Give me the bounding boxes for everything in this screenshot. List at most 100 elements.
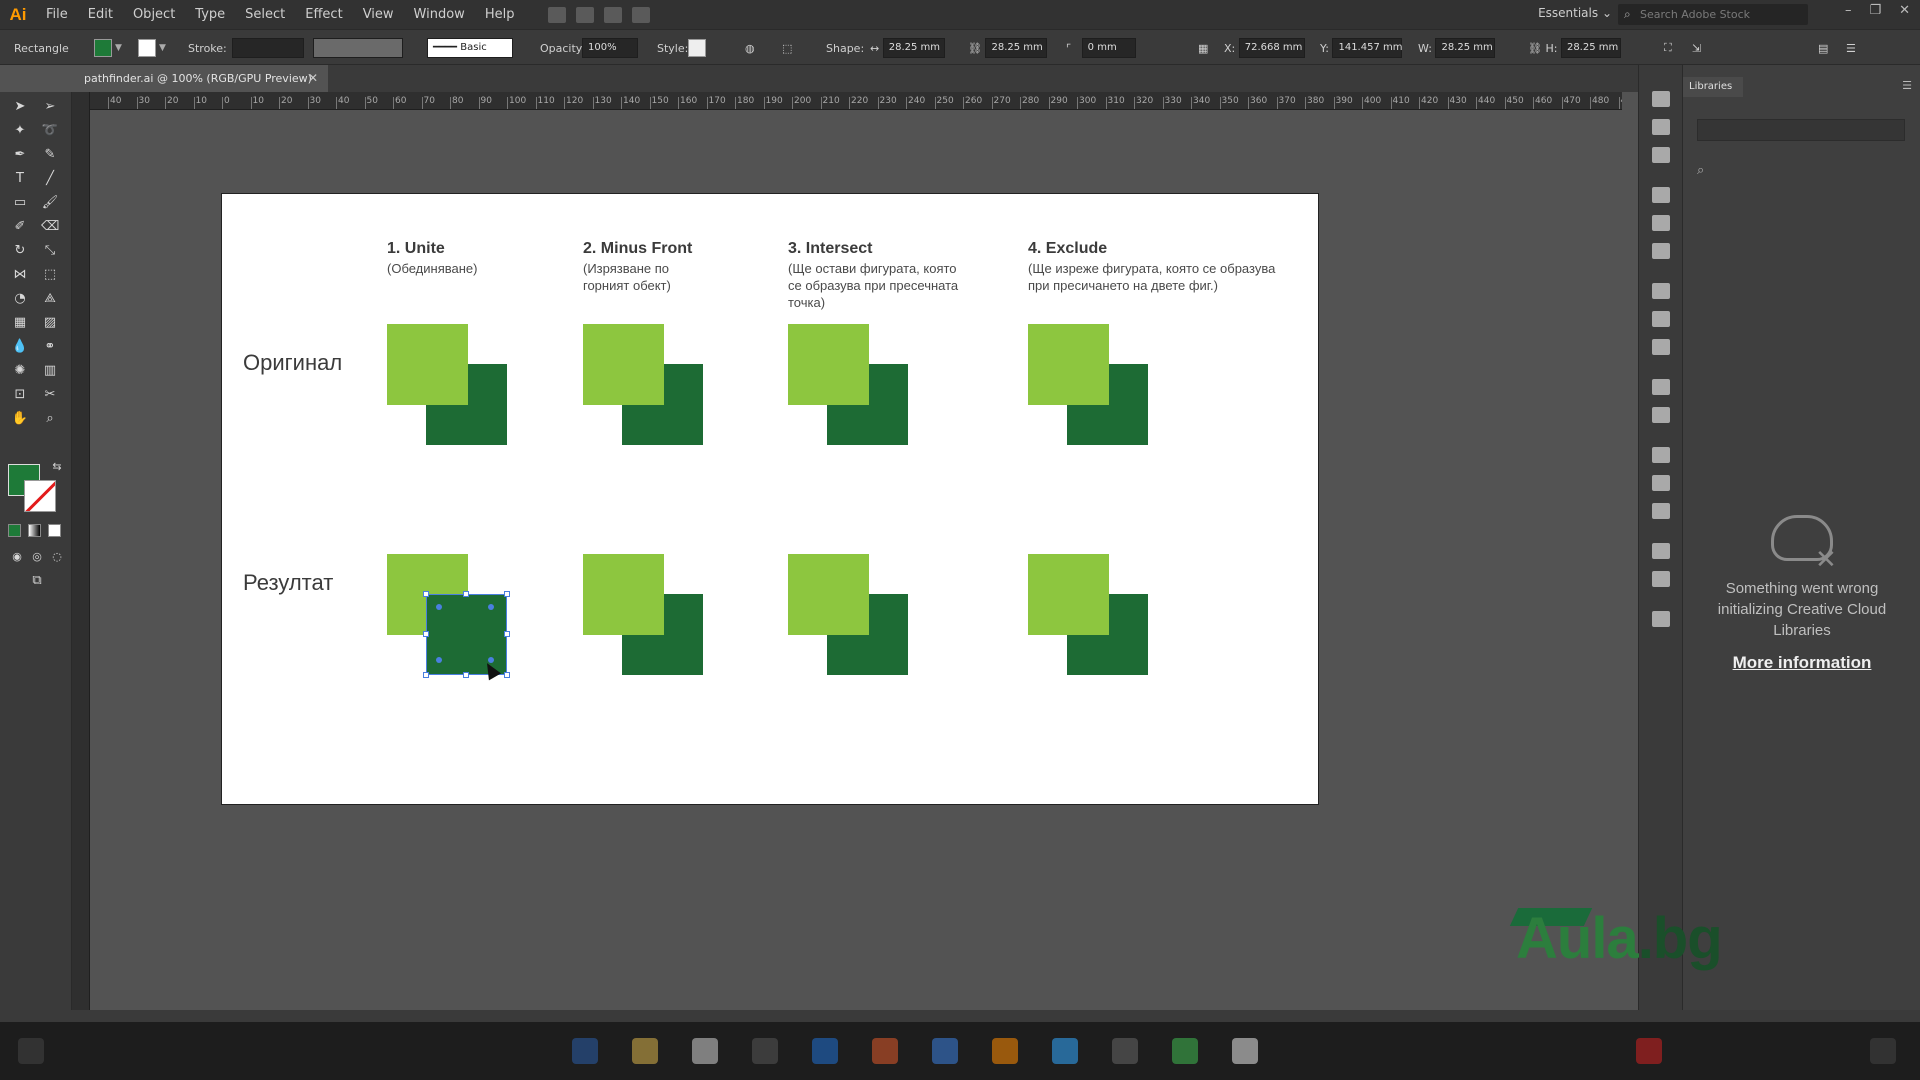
- tray-icon[interactable]: [1636, 1038, 1662, 1064]
- opacity-field[interactable]: 100%: [582, 38, 638, 58]
- swatches-icon[interactable]: [1652, 187, 1670, 203]
- original-unite-front-square[interactable]: [387, 324, 468, 405]
- resize-handle-top-right[interactable]: [504, 591, 510, 597]
- layers-icon[interactable]: [1652, 475, 1670, 491]
- menu-type[interactable]: Type: [185, 0, 235, 29]
- vertical-ruler[interactable]: [72, 92, 90, 1010]
- slice-tool-icon[interactable]: ✂: [41, 386, 59, 404]
- navigator-icon[interactable]: [1652, 147, 1670, 163]
- w-field[interactable]: 28.25 mm: [1435, 38, 1496, 58]
- artboard[interactable]: 1. Unite (Обединяване) 2. Minus Front (И…: [221, 193, 1319, 805]
- chevron-down-icon[interactable]: ▼: [159, 43, 166, 53]
- taskbar-app-icon[interactable]: [692, 1038, 718, 1064]
- menu-object[interactable]: Object: [123, 0, 185, 29]
- taskbar-app-icon[interactable]: [812, 1038, 838, 1064]
- lasso-icon[interactable]: ➰: [41, 122, 59, 140]
- graphic-styles-icon[interactable]: [1652, 407, 1670, 423]
- resize-handle-top-left[interactable]: [423, 591, 429, 597]
- stock-icon[interactable]: [576, 6, 595, 23]
- result-minus-front-front-square[interactable]: [583, 554, 664, 635]
- gpu-rocket-icon[interactable]: [632, 6, 651, 23]
- menu-edit[interactable]: Edit: [78, 0, 123, 29]
- chevron-down-icon[interactable]: ▼: [115, 43, 122, 53]
- corner-widget[interactable]: [436, 604, 442, 610]
- notification-icon[interactable]: [1870, 1038, 1896, 1064]
- screen-mode-icon[interactable]: ⧉: [28, 572, 46, 590]
- transparency-icon[interactable]: [1652, 339, 1670, 355]
- align-icon[interactable]: ⬚: [782, 42, 792, 55]
- menu-file[interactable]: File: [36, 0, 78, 29]
- resize-handle-left[interactable]: [423, 631, 429, 637]
- library-select[interactable]: [1697, 119, 1905, 141]
- transform-icon[interactable]: ⛶: [1664, 41, 1672, 55]
- x-field[interactable]: 72.668 mm: [1238, 38, 1305, 58]
- perspective-grid-icon[interactable]: ⟁: [41, 290, 59, 308]
- stock-search-input[interactable]: ⌕ Search Adobe Stock: [1618, 4, 1808, 25]
- horizontal-ruler[interactable]: 40 30 20 10 0 10 20 30 40 50 60 70 80 90 100 110 120 130 1…: [90, 92, 1622, 110]
- taskbar-app-icon[interactable]: [1052, 1038, 1078, 1064]
- align-panel-icon[interactable]: [1652, 571, 1670, 587]
- bridge-icon[interactable]: [548, 6, 567, 23]
- document-tab[interactable]: pathfinder.ai @ 100% (RGB/GPU Preview) ✕: [76, 65, 328, 92]
- isolate-icon[interactable]: ⇲: [1692, 42, 1701, 55]
- panel-menu-icon[interactable]: ☰: [1902, 79, 1912, 92]
- resize-handle-right[interactable]: [504, 631, 510, 637]
- brush-definition-field[interactable]: ━━━━ Basic: [427, 38, 513, 58]
- transform-panel-icon[interactable]: [1652, 543, 1670, 559]
- more-information-link[interactable]: More information: [1697, 653, 1907, 673]
- draw-behind-icon[interactable]: ◎: [28, 548, 46, 566]
- stroke-swatch[interactable]: [138, 39, 156, 57]
- shape-height-field[interactable]: 28.25 mm: [985, 38, 1048, 58]
- paintbrush-icon[interactable]: 🖌: [41, 194, 59, 212]
- resize-handle-bottom-right[interactable]: [504, 672, 510, 678]
- original-exclude-front-square[interactable]: [1028, 324, 1109, 405]
- color-mode-icon[interactable]: [8, 524, 21, 537]
- magic-wand-icon[interactable]: ✦: [11, 122, 29, 140]
- taskbar-app-icon[interactable]: [1232, 1038, 1258, 1064]
- zoom-tool-icon[interactable]: ⌕: [41, 410, 59, 428]
- artboards-icon[interactable]: [1652, 503, 1670, 519]
- taskbar-app-icon[interactable]: [1172, 1038, 1198, 1064]
- recolor-icon[interactable]: ◍: [745, 42, 755, 55]
- taskbar-app-icon[interactable]: [572, 1038, 598, 1064]
- mesh-tool-icon[interactable]: ▦: [11, 314, 29, 332]
- symbol-sprayer-icon[interactable]: ✺: [11, 362, 29, 380]
- resize-handle-bottom[interactable]: [463, 672, 469, 678]
- pen-tool-icon[interactable]: ✒: [11, 146, 29, 164]
- arrange-documents-icon[interactable]: [604, 6, 623, 23]
- corner-widget[interactable]: [436, 657, 442, 663]
- reference-point-icon[interactable]: ▦: [1198, 42, 1208, 55]
- original-minus-front-front-square[interactable]: [583, 324, 664, 405]
- selection-tool-icon[interactable]: ➤: [11, 98, 29, 116]
- line-tool-icon[interactable]: ╱: [41, 170, 59, 188]
- corner-radius-field[interactable]: 0 mm: [1081, 38, 1136, 58]
- shape-width-field[interactable]: 28.25 mm: [882, 38, 945, 58]
- original-intersect-front-square[interactable]: [788, 324, 869, 405]
- close-icon[interactable]: ✕: [1899, 3, 1910, 18]
- direct-selection-tool-icon[interactable]: ➢: [41, 98, 59, 116]
- eraser-icon[interactable]: ⌫: [41, 218, 59, 236]
- taskbar-app-icon[interactable]: [752, 1038, 778, 1064]
- close-tab-icon[interactable]: ✕: [308, 65, 318, 92]
- library-search[interactable]: ⌕: [1697, 163, 1905, 185]
- panel-options-icon[interactable]: ☰: [1846, 42, 1856, 55]
- graphic-style-swatch[interactable]: [688, 39, 706, 57]
- shape-builder-icon[interactable]: ◔: [11, 290, 29, 308]
- graph-tool-icon[interactable]: ▥: [41, 362, 59, 380]
- brushes-icon[interactable]: [1652, 215, 1670, 231]
- gradient-mode-icon[interactable]: [28, 524, 41, 537]
- none-mode-icon[interactable]: [48, 524, 61, 537]
- menu-view[interactable]: View: [353, 0, 404, 29]
- libraries-tab[interactable]: Libraries: [1683, 77, 1743, 97]
- draw-inside-icon[interactable]: ◌: [48, 548, 66, 566]
- workspace-switcher[interactable]: Essentials ⌄: [1538, 6, 1612, 20]
- stroke-weight-field[interactable]: [232, 38, 304, 58]
- taskbar-app-icon[interactable]: [1112, 1038, 1138, 1064]
- properties-icon[interactable]: [1652, 119, 1670, 135]
- export-icon[interactable]: [1652, 447, 1670, 463]
- pathfinder-icon[interactable]: [1652, 611, 1670, 627]
- taskbar-app-icon[interactable]: [872, 1038, 898, 1064]
- minimize-icon[interactable]: –: [1845, 3, 1852, 18]
- resize-handle-top[interactable]: [463, 591, 469, 597]
- menu-select[interactable]: Select: [235, 0, 295, 29]
